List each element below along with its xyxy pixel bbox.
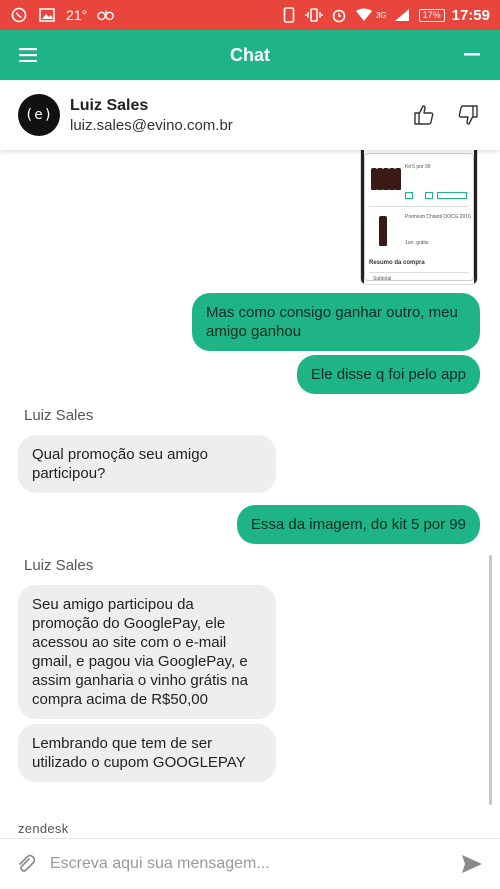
message-input[interactable] xyxy=(50,855,440,873)
agent-info: Luiz Sales luiz.sales@evino.com.br xyxy=(70,97,233,134)
attachment-summary-title: Resumo da compra xyxy=(369,260,425,266)
zendesk-brand: zendesk xyxy=(18,821,69,836)
user-message: Mas como consigo ganhar outro, meu amigo… xyxy=(192,293,480,351)
agent-name: Luiz Sales xyxy=(70,96,149,114)
wine-bottle-icon xyxy=(395,168,401,190)
wifi-icon xyxy=(355,7,373,23)
agent-sender-name: Luiz Sales xyxy=(24,557,94,574)
network-type: 3G xyxy=(375,10,387,20)
agent-message: Qual promoção seu amigo participou? xyxy=(18,435,276,493)
conversation[interactable]: Kit 5 por 99 Premium Chianti DOCG 2016 1… xyxy=(0,150,500,838)
send-icon xyxy=(462,855,482,873)
scrollbar[interactable] xyxy=(489,555,492,805)
attachment-frame-right xyxy=(474,150,477,284)
clock: 17:59 xyxy=(451,6,490,24)
attachment-product-name: Premium Chianti DOCG 2016 xyxy=(405,214,471,220)
thumbs-up-button[interactable] xyxy=(410,101,438,129)
temperature-text: 21° xyxy=(66,7,88,23)
wine-bottle-icon xyxy=(379,216,387,246)
app-bar: Chat xyxy=(0,30,500,80)
vibrate-icon xyxy=(305,7,323,23)
signal-icon xyxy=(394,7,412,23)
agent-message: Lembrando que tem de ser utilizado o cup… xyxy=(18,724,276,782)
agent-email: luiz.sales@evino.com.br xyxy=(70,116,233,134)
app-title: Chat xyxy=(230,44,270,65)
alarm-icon xyxy=(330,7,348,23)
attachment-divider xyxy=(369,272,469,273)
status-bar: 21° 3G 17% 17:59 xyxy=(0,0,500,30)
attachment-button-box xyxy=(437,192,467,199)
minimize-button[interactable] xyxy=(444,30,500,80)
thumbs-up-icon xyxy=(414,105,434,125)
message-composer xyxy=(0,839,500,889)
attachment-kit-label: Kit 5 por 99 xyxy=(405,164,431,170)
attachment-free-label: 1un. grátis xyxy=(405,240,429,246)
user-message: Ele disse q foi pelo app xyxy=(296,355,480,394)
attachment-divider xyxy=(369,206,469,207)
avatar: (e) xyxy=(18,94,60,136)
image-attachment[interactable]: Kit 5 por 99 Premium Chianti DOCG 2016 1… xyxy=(360,150,478,285)
battery-icon: 17% xyxy=(418,8,445,22)
paperclip-icon xyxy=(19,854,36,872)
minimize-icon xyxy=(464,53,480,56)
agent-header: (e) Luiz Sales luiz.sales@evino.com.br xyxy=(0,80,500,150)
attachment-subtotal-label: Subtotal xyxy=(373,276,392,282)
gallery-icon xyxy=(38,7,56,23)
carrier-logo-icon xyxy=(97,7,115,23)
hamburger-icon xyxy=(19,48,37,62)
attachment-qty-box xyxy=(405,192,413,199)
menu-button[interactable] xyxy=(0,30,56,80)
thumbs-down-icon xyxy=(458,105,478,125)
rating-controls xyxy=(410,101,482,129)
user-message: Essa da imagem, do kit 5 por 99 xyxy=(236,505,480,544)
agent-message: Seu amigo participou da promoção do Goog… xyxy=(18,585,276,719)
thumbs-down-button[interactable] xyxy=(454,101,482,129)
agent-sender-name: Luiz Sales xyxy=(24,407,94,424)
phone-icon xyxy=(280,7,298,23)
attachment-screenshot: Kit 5 por 99 Premium Chianti DOCG 2016 1… xyxy=(364,153,474,282)
send-button[interactable] xyxy=(458,850,486,878)
whatsapp-icon xyxy=(10,7,28,23)
attachment-qty-box xyxy=(425,192,433,199)
attach-button[interactable] xyxy=(14,852,38,876)
